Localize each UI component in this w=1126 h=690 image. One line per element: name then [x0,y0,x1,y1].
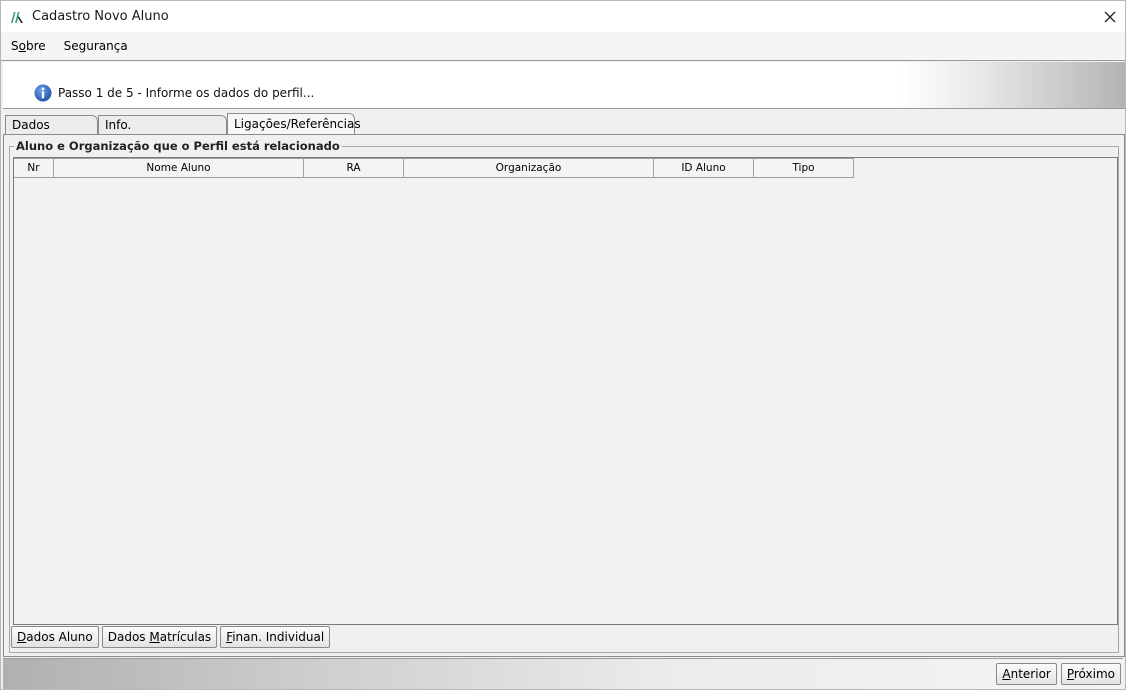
menu-bar: Sobre Segurança [1,32,1125,61]
panel-button-row: Dados Aluno Dados Matrículas Finan. Indi… [11,626,331,648]
anterior-button[interactable]: Anterior [996,663,1057,685]
window: Cadastro Novo Aluno Sobre Segurança Pass… [0,0,1126,690]
column-header-nome-aluno[interactable]: Nome Aluno [54,158,304,178]
tab-info-complementares[interactable]: Info. Complementares [98,115,227,150]
footer-button-row: Anterior Próximo [996,663,1121,685]
close-button[interactable] [1095,1,1125,32]
menu-sobre[interactable]: Sobre [1,39,54,53]
menu-seguranca[interactable]: Segurança [54,39,136,53]
title-bar[interactable]: Cadastro Novo Aluno [1,1,1125,32]
relations-group: Aluno e Organização que o Perfil está re… [9,139,1119,653]
wizard-footer: Anterior Próximo [3,658,1123,689]
column-header-tipo[interactable]: Tipo [754,158,854,178]
step-text: Passo 1 de 5 - Informe os dados do perfi… [58,86,315,100]
dados-matriculas-button[interactable]: Dados Matrículas [101,626,218,648]
tab-dados-pessoais[interactable]: Dados Pessoais [5,115,98,150]
close-icon [1104,11,1116,22]
window-title: Cadastro Novo Aluno [32,9,169,24]
tab-ligacoes-referencias[interactable]: Ligações/Referências [227,113,361,135]
column-header-nr[interactable]: Nr [14,158,54,178]
step-banner: Passo 1 de 5 - Informe os dados do perfi… [3,62,1125,109]
finan-individual-button[interactable]: Finan. Individual [220,626,331,648]
column-header-organizacao[interactable]: Organização [404,158,654,178]
tab-panel: Aluno e Organização que o Perfil está re… [3,134,1125,657]
dados-aluno-button[interactable]: Dados Aluno [11,626,99,648]
relations-table[interactable]: Nr Nome Aluno RA Organização ID Aluno Ti… [13,157,1118,625]
proximo-button[interactable]: Próximo [1060,663,1121,685]
column-header-id-aluno[interactable]: ID Aluno [654,158,754,178]
info-icon [34,84,52,102]
app-logo-icon [11,11,23,23]
table-header: Nr Nome Aluno RA Organização ID Aluno Ti… [14,158,854,178]
column-header-ra[interactable]: RA [304,158,404,178]
group-title: Aluno e Organização que o Perfil está re… [14,139,342,153]
